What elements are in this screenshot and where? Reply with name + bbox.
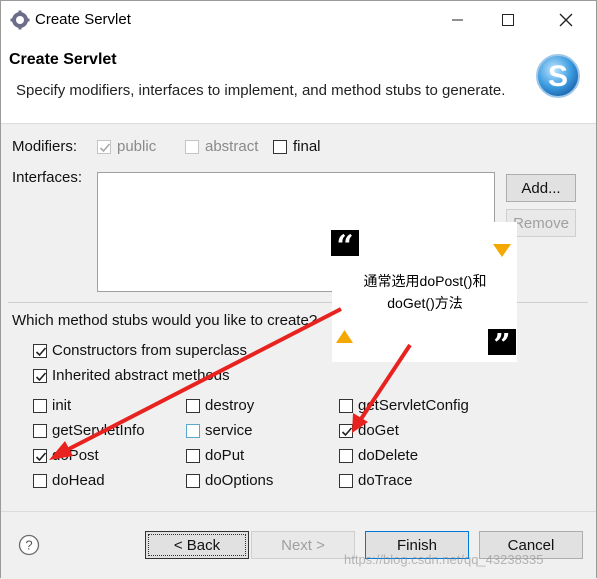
destroy-label: destroy bbox=[205, 397, 255, 414]
getservletinfo-checkbox[interactable] bbox=[33, 424, 47, 438]
destroy-checkbox[interactable] bbox=[186, 399, 200, 413]
close-quote-icon: ” bbox=[488, 329, 516, 363]
next-button-label: Next > bbox=[281, 536, 325, 554]
next-button[interactable]: Next > bbox=[251, 531, 355, 559]
create-servlet-dialog: Create Servlet Create Servlet Specify mo… bbox=[0, 0, 597, 578]
dodelete-checkbox[interactable] bbox=[339, 449, 353, 463]
dooptions-label: doOptions bbox=[205, 472, 274, 489]
public-label: public bbox=[117, 138, 157, 155]
annotation-text: 通常选用doPost()和 doGet()方法 bbox=[340, 270, 510, 314]
page-description: Specify modifiers, interfaces to impleme… bbox=[16, 82, 506, 99]
dotrace-label: doTrace bbox=[358, 472, 413, 489]
add-interface-button[interactable]: Add... bbox=[506, 174, 576, 202]
abstract-checkbox[interactable] bbox=[185, 140, 199, 154]
help-icon[interactable]: ? bbox=[18, 534, 40, 556]
abstract-label: abstract bbox=[205, 138, 259, 155]
checkmark-icon bbox=[35, 452, 47, 462]
servlet-logo-icon: S bbox=[536, 54, 580, 98]
window-title: Create Servlet bbox=[35, 11, 131, 28]
dopost-checkbox[interactable] bbox=[33, 449, 47, 463]
maximize-icon bbox=[502, 14, 514, 26]
minimize-icon bbox=[452, 19, 463, 21]
getservletconfig-label: getServletConfig bbox=[358, 397, 469, 414]
doget-checkbox[interactable] bbox=[339, 424, 353, 438]
dohead-label: doHead bbox=[52, 472, 105, 489]
title-bar: Create Servlet bbox=[1, 1, 596, 39]
init-label: init bbox=[52, 397, 72, 414]
dooptions-checkbox[interactable] bbox=[186, 474, 200, 488]
checkmark-icon bbox=[35, 372, 47, 382]
maximize-button[interactable] bbox=[493, 7, 523, 33]
inherited-label: Inherited abstract methods bbox=[52, 367, 230, 384]
annotation-line-2: doGet()方法 bbox=[387, 295, 463, 311]
doput-checkbox[interactable] bbox=[186, 449, 200, 463]
public-checkbox[interactable] bbox=[97, 140, 111, 154]
remove-button-label: Remove bbox=[513, 214, 569, 232]
constructors-checkbox[interactable] bbox=[33, 344, 47, 358]
dodelete-label: doDelete bbox=[358, 447, 419, 464]
checkmark-icon bbox=[341, 427, 353, 437]
modifiers-label: Modifiers: bbox=[12, 138, 78, 155]
getservletinfo-label: getServletInfo bbox=[52, 422, 145, 439]
finish-button-label: Finish bbox=[396, 536, 437, 554]
cancel-button-label: Cancel bbox=[507, 536, 555, 554]
checkmark-icon bbox=[99, 143, 111, 153]
close-button[interactable] bbox=[551, 7, 581, 33]
eclipse-gear-icon bbox=[10, 10, 30, 30]
inherited-checkbox[interactable] bbox=[33, 369, 47, 383]
dotrace-checkbox[interactable] bbox=[339, 474, 353, 488]
constructors-label: Constructors from superclass bbox=[52, 342, 248, 359]
service-checkbox[interactable] bbox=[186, 424, 200, 438]
wizard-header: Create Servlet Specify modifiers, interf… bbox=[1, 39, 596, 124]
page-title: Create Servlet bbox=[9, 51, 117, 68]
stubs-question: Which method stubs would you like to cre… bbox=[12, 312, 318, 329]
interfaces-label: Interfaces: bbox=[12, 169, 83, 186]
add-button-label: Add... bbox=[521, 179, 561, 197]
watermark: https://blog.csdn.net/qq_43238335 bbox=[344, 552, 544, 567]
minimize-button[interactable] bbox=[443, 7, 473, 33]
final-checkbox[interactable] bbox=[273, 140, 287, 154]
dohead-checkbox[interactable] bbox=[33, 474, 47, 488]
getservletconfig-checkbox[interactable] bbox=[339, 399, 353, 413]
close-icon bbox=[559, 13, 573, 27]
open-quote-icon: “ bbox=[331, 230, 359, 264]
checkmark-icon bbox=[35, 347, 47, 357]
svg-text:S: S bbox=[548, 60, 568, 93]
doget-label: doGet bbox=[358, 422, 399, 439]
init-checkbox[interactable] bbox=[33, 399, 47, 413]
annotation-line-1: 通常选用doPost()和 bbox=[363, 273, 487, 289]
final-label: final bbox=[293, 138, 321, 155]
back-button[interactable]: < Back bbox=[145, 531, 249, 559]
doput-label: doPut bbox=[205, 447, 245, 464]
svg-text:?: ? bbox=[25, 538, 32, 553]
service-label: service bbox=[205, 422, 253, 439]
dopost-label: doPost bbox=[52, 447, 99, 464]
